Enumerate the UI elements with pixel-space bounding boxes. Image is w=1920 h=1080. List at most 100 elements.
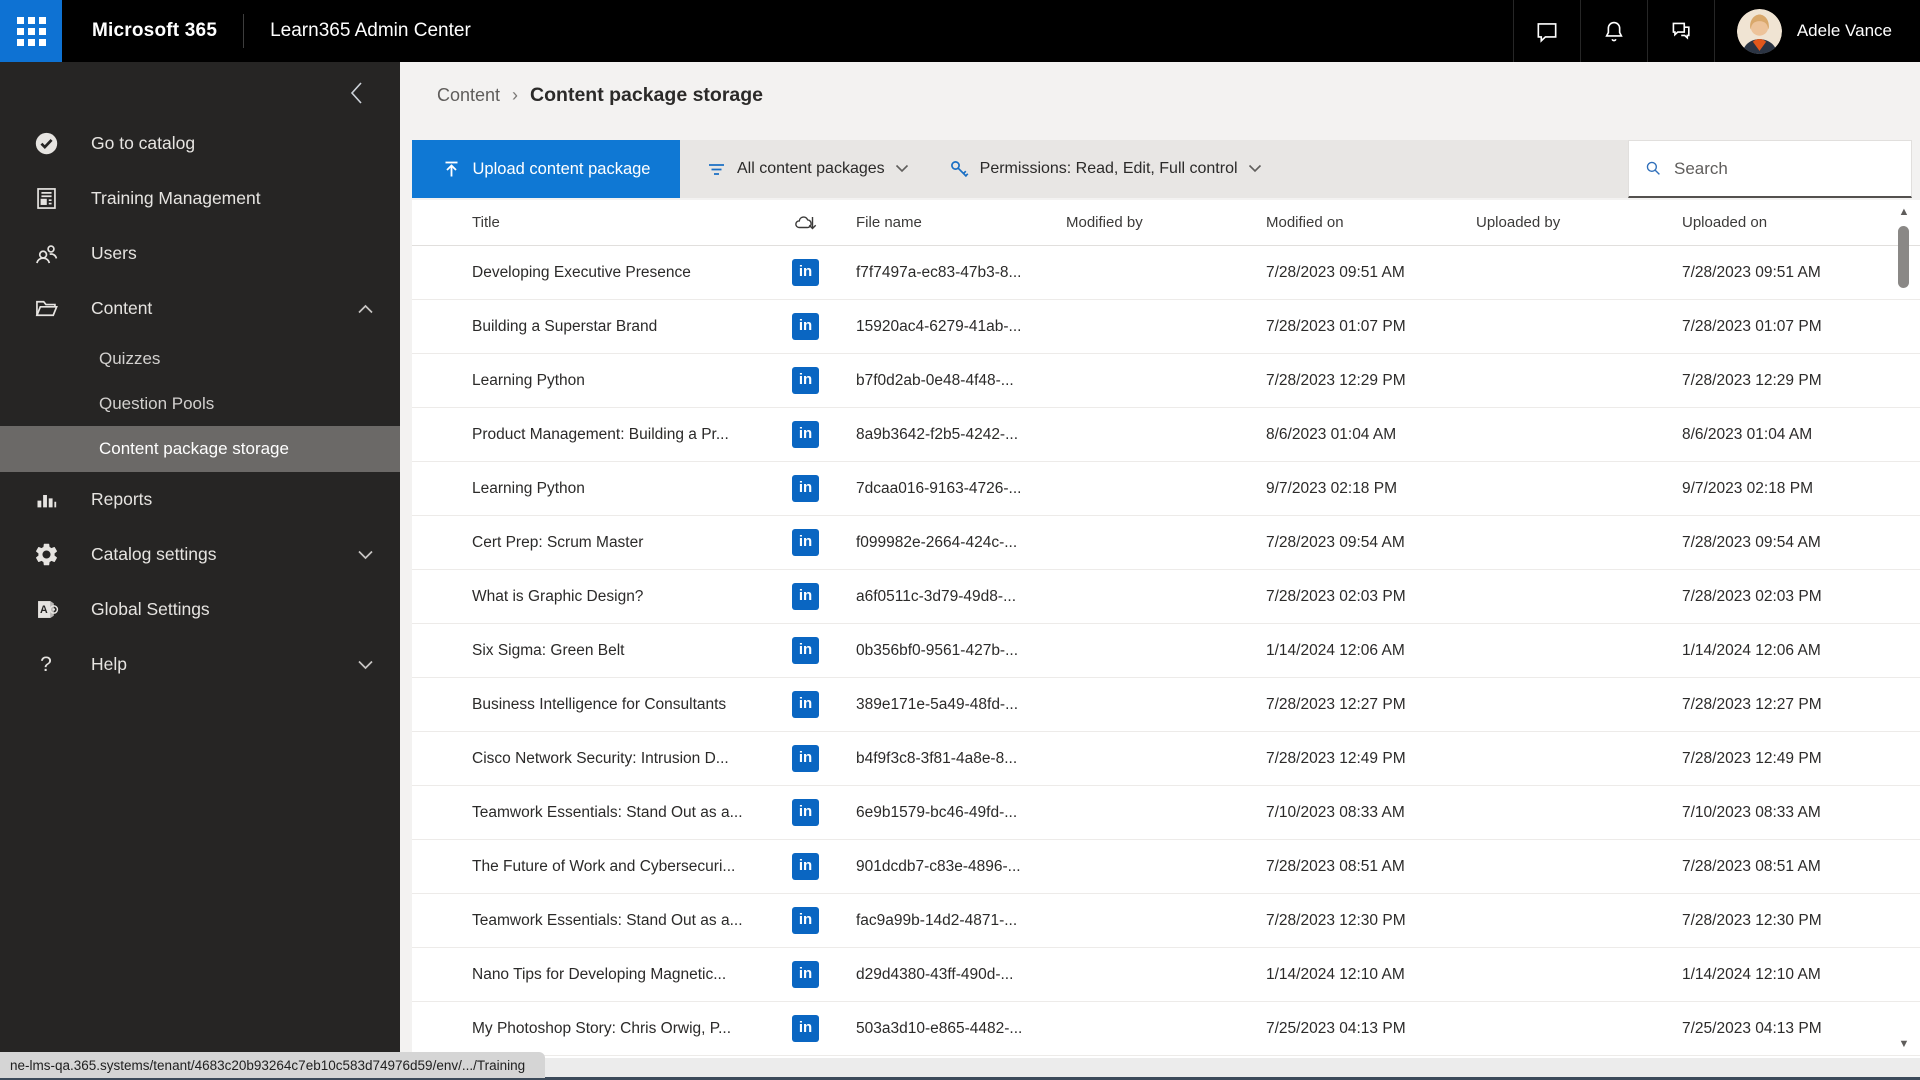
modified-on: 1/14/2024 12:10 AM — [1266, 965, 1405, 983]
package-source-cell: in — [792, 853, 856, 880]
feedback-icon — [1672, 22, 1690, 40]
package-source-cell: in — [792, 961, 856, 988]
search-box[interactable] — [1628, 140, 1912, 198]
column-header-file-name[interactable]: File name — [856, 214, 1066, 231]
svg-text:A: A — [39, 604, 47, 616]
permissions-dropdown[interactable]: Permissions: Read, Edit, Full control — [949, 159, 1262, 180]
app-launcher-button[interactable] — [0, 0, 62, 62]
column-header-modified-on[interactable]: Modified on — [1266, 214, 1476, 231]
table-row[interactable]: Business Intelligence for Consultants in… — [412, 678, 1920, 732]
chat-button[interactable] — [1512, 0, 1580, 62]
table-row[interactable]: Teamwork Essentials: Stand Out as a... i… — [412, 786, 1920, 840]
uploaded-on: 7/28/2023 12:49 PM — [1682, 749, 1822, 767]
sidebar-item-label: Catalog settings — [91, 544, 217, 564]
sidebar-item-go-to-catalog[interactable]: Go to catalog — [0, 116, 400, 171]
sidebar-item-label: Global Settings — [91, 599, 210, 619]
brand-title[interactable]: Microsoft 365 — [92, 20, 217, 42]
package-title: Product Management: Building a Pr... — [472, 425, 729, 443]
package-title: My Photoshop Story: Chris Orwig, P... — [472, 1019, 732, 1037]
table-row[interactable]: Learning Python in b7f0d2ab-0e48-4f48-..… — [412, 354, 1920, 408]
package-title: What is Graphic Design? — [472, 587, 644, 605]
uploaded-on: 7/28/2023 09:54 AM — [1682, 533, 1821, 551]
package-source-cell: in — [792, 259, 856, 286]
app-title[interactable]: Learn365 Admin Center — [270, 20, 471, 42]
package-source-cell: in — [792, 367, 856, 394]
chevron-down-icon[interactable] — [357, 654, 374, 675]
modified-on: 7/28/2023 12:29 PM — [1266, 371, 1406, 389]
chevron-up-icon[interactable] — [357, 298, 374, 319]
notifications-button[interactable] — [1579, 0, 1647, 62]
linkedin-icon: in — [792, 691, 819, 718]
file-name: 0b356bf0-9561-427b-... — [856, 641, 1019, 659]
table-row[interactable]: My Photoshop Story: Chris Orwig, P... in… — [412, 1002, 1920, 1056]
search-input[interactable] — [1674, 158, 1895, 179]
linkedin-icon: in — [792, 1015, 819, 1042]
modified-on: 7/28/2023 12:30 PM — [1266, 911, 1406, 929]
linkedin-icon: in — [792, 637, 819, 664]
column-header-uploaded-by[interactable]: Uploaded by — [1476, 214, 1682, 231]
modified-on: 1/14/2024 12:06 AM — [1266, 641, 1405, 659]
column-header-modified-by[interactable]: Modified by — [1066, 214, 1266, 231]
column-header-sort[interactable] — [792, 213, 856, 233]
sidebar-item-label: Content — [91, 298, 153, 318]
package-title: Cisco Network Security: Intrusion D... — [472, 749, 729, 767]
table-row[interactable]: Teamwork Essentials: Stand Out as a... i… — [412, 894, 1920, 948]
column-header-uploaded-on[interactable]: Uploaded on — [1682, 214, 1920, 231]
sidebar-item-content[interactable]: Content — [0, 281, 400, 336]
content-filter-dropdown[interactable]: All content packages — [706, 159, 909, 180]
linkedin-icon: in — [792, 259, 819, 286]
file-name: a6f0511c-3d79-49d8-... — [856, 587, 1016, 605]
table-row[interactable]: What is Graphic Design? in a6f0511c-3d79… — [412, 570, 1920, 624]
table-row[interactable]: Six Sigma: Green Belt in 0b356bf0-9561-4… — [412, 624, 1920, 678]
sidebar-item-reports[interactable]: Reports — [0, 472, 400, 527]
account-menu[interactable]: Adele Vance — [1713, 0, 1920, 62]
scroll-down-arrow[interactable]: ▼ — [1894, 1034, 1914, 1054]
modified-on: 7/28/2023 12:27 PM — [1266, 695, 1406, 713]
table-row[interactable]: Cisco Network Security: Intrusion D... i… — [412, 732, 1920, 786]
uploaded-on: 7/28/2023 01:07 PM — [1682, 317, 1822, 335]
uploaded-on: 7/28/2023 12:30 PM — [1682, 911, 1822, 929]
sidebar-item-content-package-storage[interactable]: Content package storage — [0, 426, 400, 472]
avatar — [1736, 8, 1782, 54]
sidebar-item-global-settings[interactable]: A Global Settings — [0, 582, 400, 637]
content-packages-table: Title File name Modified by Modified on … — [412, 200, 1920, 1058]
chevron-down-icon — [1248, 160, 1262, 178]
linkedin-icon: in — [792, 475, 819, 502]
sidebar-item-quizzes[interactable]: Quizzes — [0, 336, 400, 381]
modified-on: 7/10/2023 08:33 AM — [1266, 803, 1405, 821]
table-row[interactable]: Product Management: Building a Pr... in … — [412, 408, 1920, 462]
package-title: Learning Python — [472, 479, 585, 497]
table-row[interactable]: Learning Python in 7dcaa016-9163-4726-..… — [412, 462, 1920, 516]
breadcrumb-content[interactable]: Content — [437, 85, 500, 106]
modified-on: 7/25/2023 04:13 PM — [1266, 1019, 1406, 1037]
package-title: Six Sigma: Green Belt — [472, 641, 625, 659]
column-header-title[interactable]: Title — [472, 214, 792, 231]
uploaded-on: 7/28/2023 09:51 AM — [1682, 263, 1821, 281]
uploaded-on: 8/6/2023 01:04 AM — [1682, 425, 1813, 443]
table-row[interactable]: Nano Tips for Developing Magnetic... in … — [412, 948, 1920, 1002]
sidebar-item-question-pools[interactable]: Question Pools — [0, 381, 400, 426]
sidebar-item-help[interactable]: ? Help — [0, 637, 400, 692]
file-name: 901dcdb7-c83e-4896-... — [856, 857, 1021, 875]
table-row[interactable]: Cert Prep: Scrum Master in f099982e-2664… — [412, 516, 1920, 570]
upload-icon — [445, 161, 458, 176]
table-row[interactable]: Developing Executive Presence in f7f7497… — [412, 246, 1920, 300]
package-source-cell: in — [792, 583, 856, 610]
scroll-up-arrow[interactable]: ▲ — [1894, 202, 1914, 222]
table-row[interactable]: The Future of Work and Cybersecuri... in… — [412, 840, 1920, 894]
sidebar-item-catalog-settings[interactable]: Catalog settings — [0, 527, 400, 582]
upload-content-package-button[interactable]: Upload content package — [412, 140, 680, 198]
table-row[interactable]: Building a Superstar Brand in 15920ac4-6… — [412, 300, 1920, 354]
help-question-icon: ? — [40, 652, 52, 676]
file-name: 6e9b1579-bc46-49fd-... — [856, 803, 1018, 821]
page-title: Content package storage — [530, 84, 764, 106]
sidebar-item-users[interactable]: Users — [0, 226, 400, 281]
package-title: Developing Executive Presence — [472, 263, 691, 281]
chevron-down-icon[interactable] — [357, 544, 374, 565]
sidebar-item-training-management[interactable]: Training Management — [0, 171, 400, 226]
breadcrumb: Content › Content package storage — [437, 84, 763, 107]
feedback-button[interactable] — [1646, 0, 1714, 62]
sidebar-collapse-button[interactable] — [340, 76, 374, 110]
vertical-scrollbar[interactable]: ▲ ▼ — [1894, 202, 1914, 1054]
scrollbar-thumb[interactable] — [1898, 226, 1909, 288]
